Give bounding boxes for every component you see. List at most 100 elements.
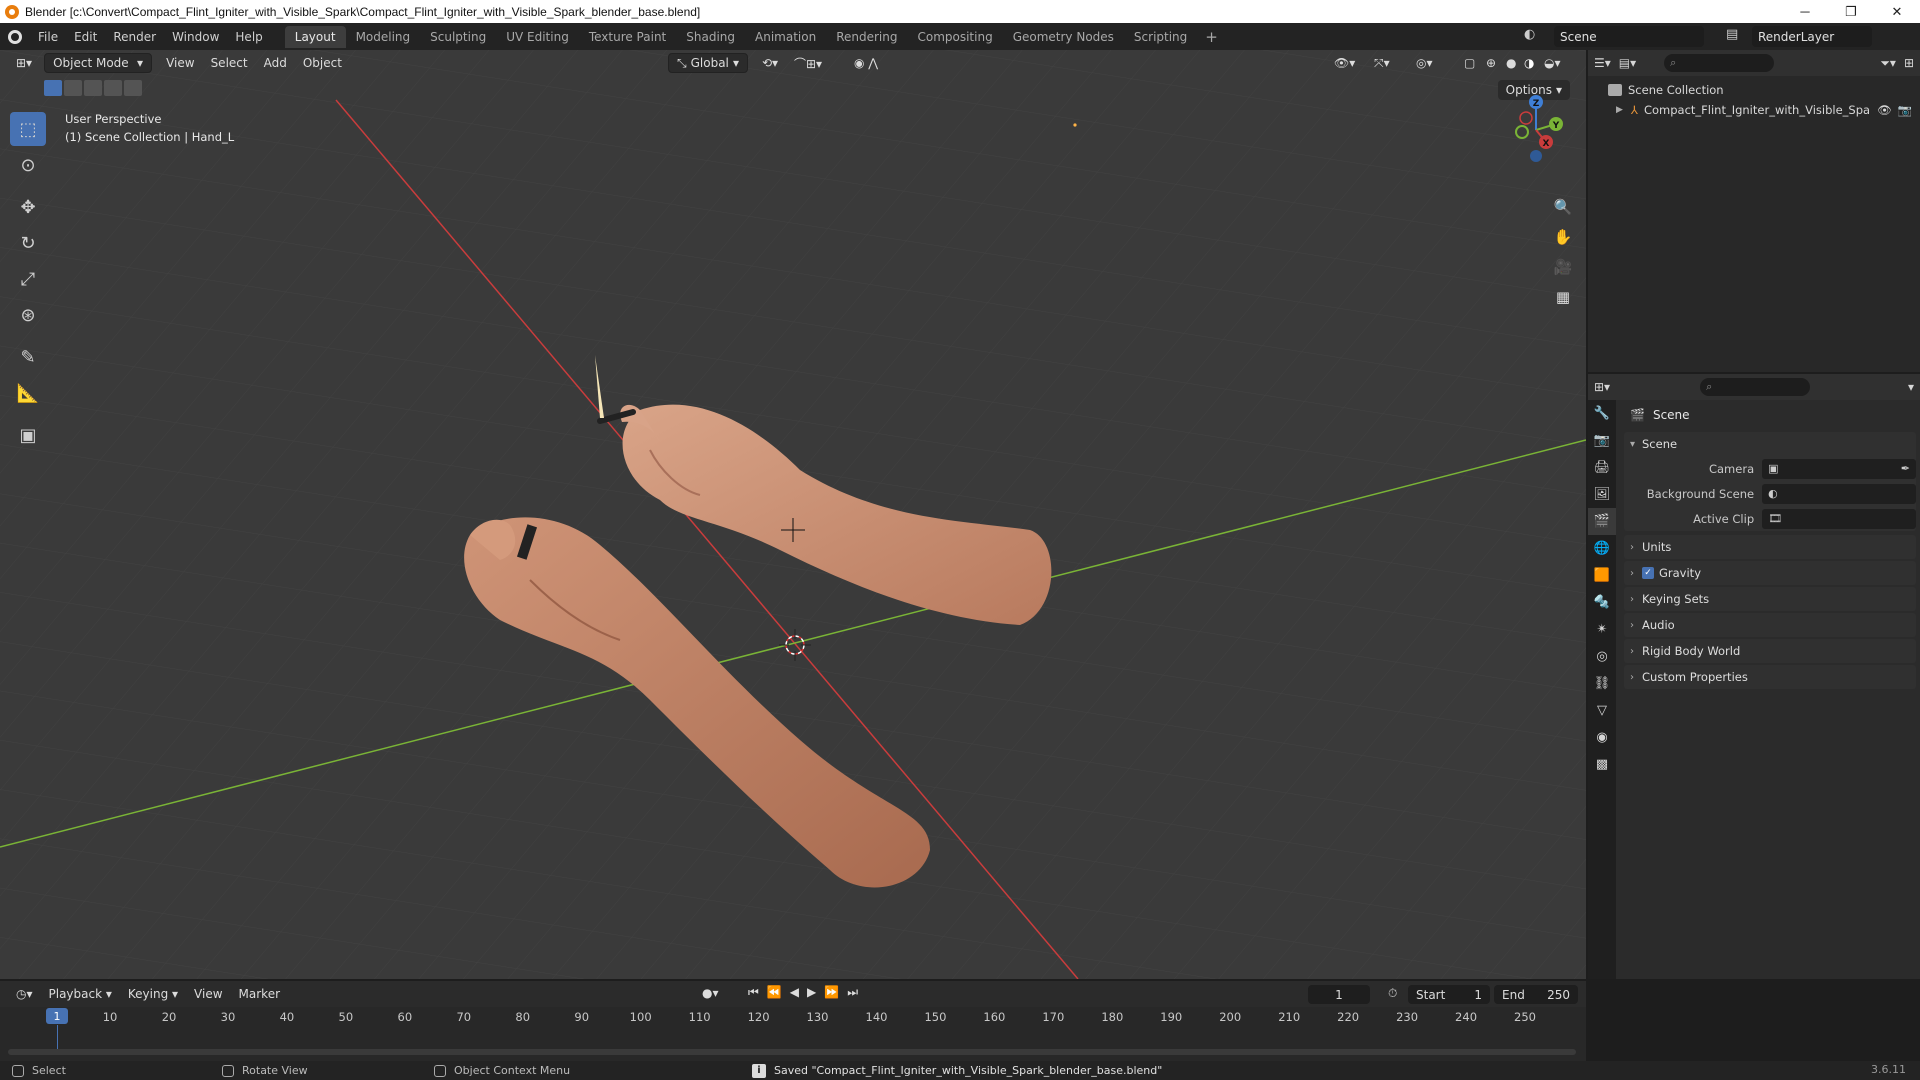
background-scene-field[interactable]: ◐ [1762,483,1916,504]
menu-help[interactable]: Help [227,23,270,50]
properties-search-input[interactable]: ⌕ [1700,378,1811,396]
prev-keyframe-icon[interactable]: ⏪ [767,985,782,1000]
timeline-scrollbar[interactable] [8,1049,1576,1055]
start-frame-field[interactable]: Start 1 [1408,985,1490,1004]
scene-panel-header[interactable]: ▾ Scene [1624,432,1916,456]
overlay-toggle-icon[interactable]: ◎▾ [1408,53,1441,73]
constraints-tab-icon[interactable]: ⛓ [1588,670,1616,697]
particles-tab-icon[interactable]: ✴ [1588,616,1616,643]
select-invert-icon[interactable] [104,80,122,96]
navigation-gizmo[interactable]: Z Y X [1496,90,1576,170]
world-tab-icon[interactable]: 🌐 [1588,535,1616,562]
menu-file[interactable]: File [30,23,66,50]
annotate-tool-icon[interactable]: ✎ [10,340,46,374]
properties-editor-icon[interactable]: ⊞▾ [1594,380,1610,394]
menu-timeline-view[interactable]: View [186,984,230,1004]
units-panel[interactable]: › Units [1624,535,1916,559]
audio-panel[interactable]: › Audio [1624,613,1916,637]
gravity-panel[interactable]: › ✓ Gravity [1624,561,1916,585]
move-tool-icon[interactable]: ✥ [10,190,46,224]
select-new-icon[interactable] [44,80,62,96]
maximize-button[interactable]: ❐ [1828,0,1874,23]
scene-tab-icon[interactable]: 🎬 [1588,508,1616,535]
render-tab-icon[interactable]: 📷 [1588,427,1616,454]
current-frame-marker[interactable]: 1 [46,1008,68,1024]
mode-selector[interactable]: Object Mode ▾ [44,53,153,73]
camera-view-icon[interactable]: 🎥 [1550,254,1576,280]
rendered-shading-icon[interactable]: ◒▾ [1536,53,1569,73]
minimize-button[interactable]: ─ [1782,0,1828,23]
visibility-icon[interactable]: 👁▾ [1326,53,1363,73]
pivot-icon[interactable]: ⟲▾ [754,53,786,73]
expand-arrow-icon[interactable]: ▶ [1616,105,1623,115]
eyedropper-icon[interactable]: ✒ [1901,462,1910,475]
camera-field[interactable]: ▣ ✒ [1762,458,1916,479]
gravity-checkbox[interactable]: ✓ [1642,567,1654,579]
select-extend-icon[interactable] [64,80,82,96]
tool-tab-icon[interactable]: 🔧 [1588,400,1616,427]
rotate-tool-icon[interactable]: ↻ [10,226,46,260]
scene-name-field[interactable]: Scene [1554,26,1704,47]
gizmo-toggle-icon[interactable]: ⤧▾ [1366,53,1398,73]
preview-range-icon[interactable]: ⏱ [1388,986,1397,1001]
menu-object[interactable]: Object [295,53,350,73]
play-icon[interactable]: ▶ [807,985,816,1000]
play-reverse-icon[interactable]: ◀ [790,985,799,1000]
view-layer-field[interactable]: RenderLayer [1752,26,1872,47]
tab-sculpting[interactable]: Sculpting [420,26,496,48]
active-clip-field[interactable]: 🎞 [1762,508,1916,529]
menu-window[interactable]: Window [164,23,227,50]
scale-tool-icon[interactable]: ⤢ [10,262,46,296]
proportional-edit-icon[interactable]: ◉ ⋀ [846,53,886,73]
properties-options-icon[interactable]: ▾ [1908,380,1914,394]
menu-playback[interactable]: Playback ▾ [41,984,120,1004]
data-tab-icon[interactable]: ▽ [1588,697,1616,724]
scene-selector-icon[interactable]: ◐ [1524,27,1546,46]
custom-properties-panel[interactable]: › Custom Properties [1624,665,1916,689]
close-button[interactable]: ✕ [1874,0,1920,23]
record-keyframe-icon[interactable]: ●▾ [702,986,719,1000]
output-tab-icon[interactable]: 🖨 [1588,454,1616,481]
cursor-tool-icon[interactable]: ⊙ [10,148,46,182]
current-frame-field[interactable]: 1 [1308,985,1370,1004]
eye-visibility-icon[interactable]: 👁 [1877,103,1892,117]
texture-tab-icon[interactable]: ▩ [1588,751,1616,778]
tab-scripting[interactable]: Scripting [1124,26,1197,48]
tab-animation[interactable]: Animation [745,26,826,48]
tab-geometry-nodes[interactable]: Geometry Nodes [1003,26,1124,48]
object-tab-icon[interactable]: 🟧 [1588,562,1616,589]
blender-menu-icon[interactable] [0,23,30,50]
jump-end-icon[interactable]: ⏭ [847,985,858,1000]
keying-sets-panel[interactable]: › Keying Sets [1624,587,1916,611]
add-cube-tool-icon[interactable]: ▣ [10,418,46,452]
physics-tab-icon[interactable]: ◎ [1588,643,1616,670]
material-tab-icon[interactable]: ◉ [1588,724,1616,751]
timeline-editor-icon[interactable]: ◷▾ [8,984,41,1004]
outliner-row-object[interactable]: ▶ ⅄ Compact_Flint_Igniter_with_Visible_S… [1588,100,1920,120]
view-layer-tab-icon[interactable]: 🖼 [1588,481,1616,508]
filter-icon[interactable]: ⏷▾ [1880,56,1896,71]
transform-orientation[interactable]: ⤡ Global ▾ [668,53,748,73]
modifier-tab-icon[interactable]: 🔩 [1588,589,1616,616]
measure-tool-icon[interactable]: 📐 [10,376,46,410]
menu-edit[interactable]: Edit [66,23,105,50]
camera-render-icon[interactable]: 📷 [1898,103,1912,117]
view-layer-icon[interactable]: ▤ [1726,27,1748,46]
perspective-toggle-icon[interactable]: ▦ [1550,284,1576,310]
select-intersect-icon[interactable] [124,80,142,96]
menu-marker[interactable]: Marker [231,984,288,1004]
jump-start-icon[interactable]: ⏮ [748,985,759,1000]
tab-compositing[interactable]: Compositing [907,26,1002,48]
tab-uv-editing[interactable]: UV Editing [496,26,579,48]
outliner-search-input[interactable]: ⌕ [1664,54,1775,72]
display-mode-icon[interactable]: ▤▾ [1619,56,1636,70]
outliner-row-scene-collection[interactable]: Scene Collection [1588,80,1920,100]
menu-select[interactable]: Select [203,53,256,73]
snap-icon[interactable]: ⌒⊞▾ [786,53,830,73]
new-collection-icon[interactable]: ⊞ [1904,56,1914,70]
tab-modeling[interactable]: Modeling [346,26,421,48]
select-box-tool-icon[interactable]: ⬚ [10,112,46,146]
3d-viewport[interactable]: ⊞▾ Object Mode ▾ View Select Add Object ⤡… [0,50,1586,979]
tab-texture-paint[interactable]: Texture Paint [579,26,676,48]
menu-render[interactable]: Render [105,23,164,50]
